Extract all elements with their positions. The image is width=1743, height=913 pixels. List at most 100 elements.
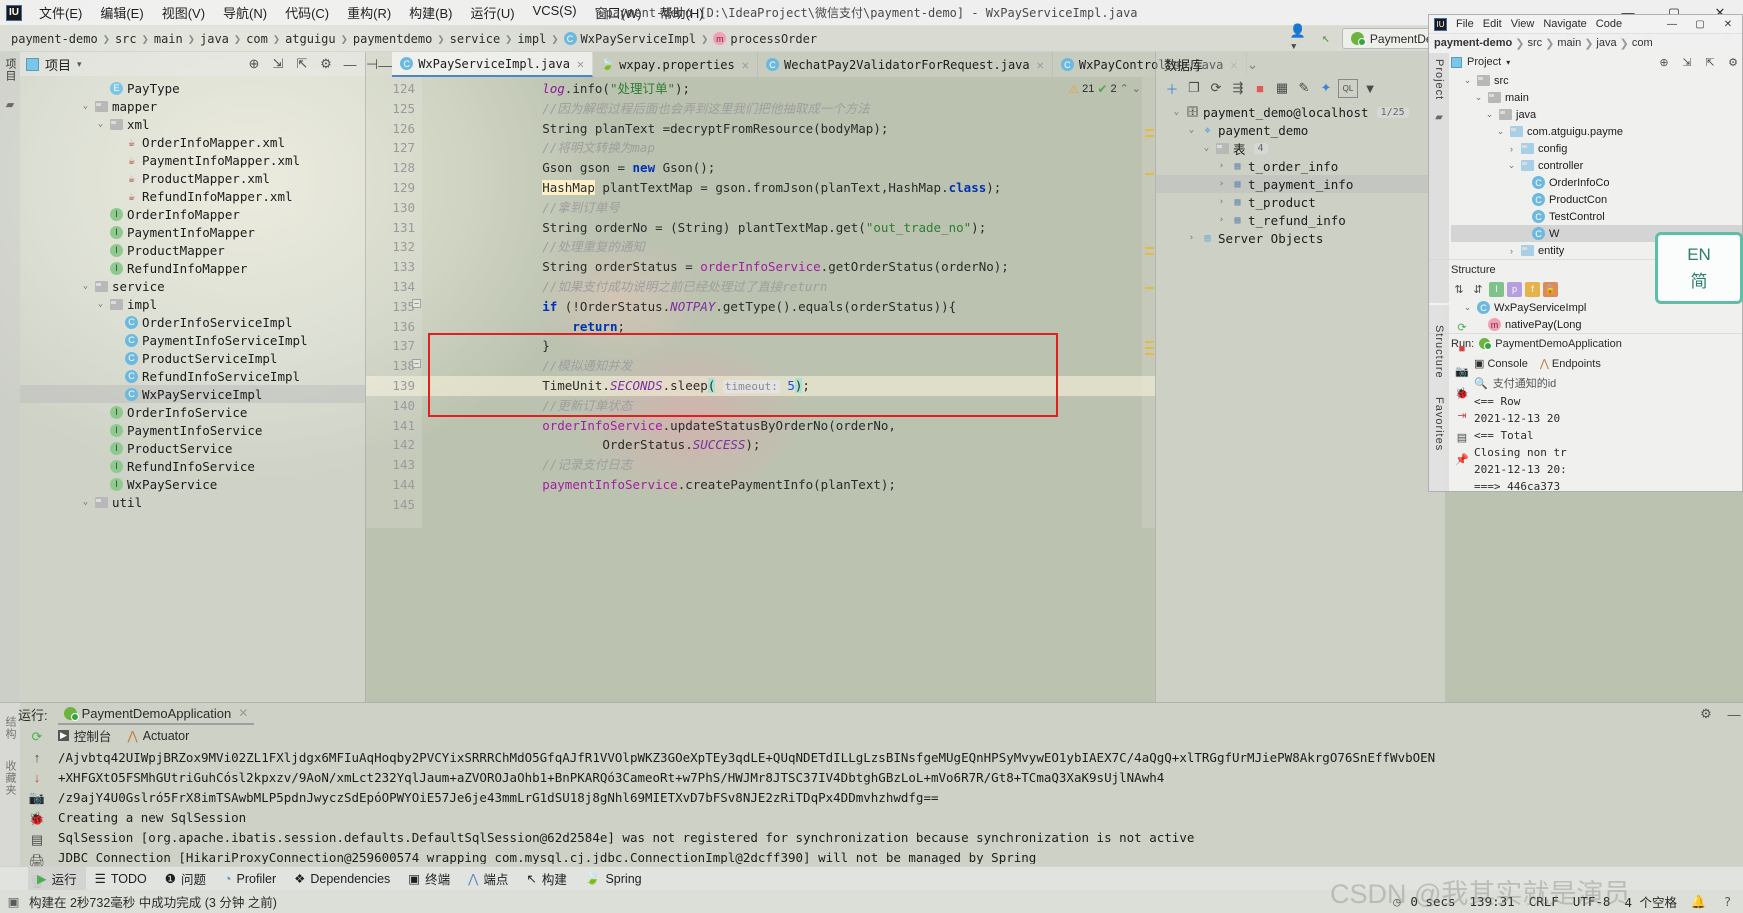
bottom-tab-端点[interactable]: ⋀ 端点 <box>459 867 517 890</box>
secondary-menu-item-4[interactable]: Code <box>1596 18 1622 30</box>
secondary-menu-item-0[interactable]: File <box>1456 18 1474 30</box>
structure-tool-tab[interactable]: Structure <box>1433 325 1445 379</box>
tree-row[interactable]: ⌄ controller <box>1451 157 1742 174</box>
split-editor-icon[interactable]: ⊣ <box>366 52 378 77</box>
close-icon[interactable]: ✕ <box>1037 58 1044 72</box>
line-separator[interactable]: CRLF <box>1529 894 1559 909</box>
editor-tab-WechatPay2ValidatorForRequest.java[interactable]: C WechatPay2ValidatorForRequest.java ✕ <box>758 52 1053 77</box>
bottom-tab-Dependencies[interactable]: ❖ Dependencies <box>285 869 399 888</box>
tab-console[interactable]: ▣ Console <box>1474 357 1528 370</box>
chevron-down-icon[interactable]: ⌄ <box>1171 107 1182 117</box>
tree-row[interactable]: ⌄ 🗄 payment_demo@localhost 1/25 <box>1156 103 1445 121</box>
hide-icon[interactable]: — <box>1725 705 1743 723</box>
user-icon[interactable]: 👤▾ <box>1290 24 1310 54</box>
tree-row[interactable]: I RefundInfoMapper <box>20 259 365 277</box>
tree-row[interactable]: I ProductService <box>20 439 365 457</box>
hide-icon[interactable]: — <box>341 55 359 73</box>
chevron-down-icon[interactable]: ⌄ <box>95 119 106 129</box>
copy-icon[interactable]: ❐ <box>1184 79 1204 98</box>
menu-item-5[interactable]: 重构(R) <box>338 0 400 25</box>
locate-icon[interactable]: ⊕ <box>1655 53 1673 71</box>
code-editor[interactable]: 124 125 126 127 128 129 130 131 132 133 134 135 136 1… <box>366 77 1155 528</box>
tree-row[interactable]: E PayType <box>20 79 365 97</box>
chevron-right-icon[interactable]: › <box>1506 246 1517 256</box>
tree-row[interactable]: C ProductCon <box>1451 191 1742 208</box>
tree-row[interactable]: C OrderInfoCo <box>1451 174 1742 191</box>
tree-row[interactable]: I PaymentInfoService <box>20 421 365 439</box>
menu-item-0[interactable]: 文件(E) <box>30 0 91 25</box>
chevron-down-icon[interactable]: ⌄ <box>1462 75 1473 86</box>
chevron-right-icon[interactable]: › <box>1216 179 1227 189</box>
close-icon[interactable]: ✕ <box>742 58 749 72</box>
sort-type-icon[interactable]: ⇵ <box>1470 281 1486 297</box>
secondary-breadcrumb-item-main[interactable]: main <box>1557 37 1581 49</box>
tree-row[interactable]: I ProductMapper <box>20 241 365 259</box>
properties-icon[interactable]: p <box>1507 281 1522 297</box>
tree-row[interactable]: ⌄ xml <box>20 115 365 133</box>
editor-tab-wxpay.properties[interactable]: 🍃 wxpay.properties ✕ <box>593 52 758 77</box>
secondary-console-search[interactable]: 🔍 支付通知的id <box>1429 373 1742 393</box>
tree-row[interactable]: ☕ ProductMapper.xml <box>20 169 365 187</box>
table-icon[interactable]: ▦ <box>1272 79 1292 98</box>
fold-marker[interactable]: − <box>412 299 421 308</box>
rerun-icon[interactable]: ⟳ <box>1454 319 1470 335</box>
edit-icon[interactable]: ✎ <box>1294 79 1314 98</box>
menu-item-1[interactable]: 编辑(E) <box>91 0 152 25</box>
export-icon[interactable]: ⇥ <box>1454 407 1470 423</box>
secondary-project-tree[interactable]: ⌄ src ⌄ main ⌄ java ⌄ com.atguigu.payme › config ⌄… <box>1429 72 1742 259</box>
chevron-down-icon[interactable]: ⌄ <box>1473 92 1484 103</box>
chevron-down-icon[interactable]: ⌄ <box>95 299 106 309</box>
breadcrumb-item-impl[interactable]: impl <box>514 32 549 46</box>
menu-item-6[interactable]: 构建(B) <box>400 0 461 25</box>
secondary-menu-item-3[interactable]: Navigate <box>1543 18 1586 30</box>
menu-item-3[interactable]: 导航(N) <box>214 0 276 25</box>
chevron-down-icon[interactable]: ⌄ <box>1506 160 1517 171</box>
tree-row[interactable]: ☕ RefundInfoMapper.xml <box>20 187 365 205</box>
bookmarks-icon[interactable]: ▰ <box>1435 112 1443 123</box>
bookmarks-icon[interactable]: ▰ <box>6 98 14 111</box>
secondary-structure-tree[interactable]: ⌄ C WxPayServiceImpl m nativePay(Long <box>1429 299 1742 333</box>
chevron-down-icon[interactable]: ⌄ <box>1495 126 1506 137</box>
chevron-down-icon[interactable]: ⌄ <box>80 281 91 291</box>
chevron-down-icon[interactable]: ⌄ <box>1484 109 1495 120</box>
breadcrumb-item-com[interactable]: com <box>243 32 271 46</box>
project-tool-tab[interactable]: 项目 <box>2 58 18 82</box>
bottom-tab-问题[interactable]: ❶ 问题 <box>156 867 215 890</box>
tree-row[interactable]: C PaymentInfoServiceImpl <box>20 331 365 349</box>
tree-row[interactable]: ⌄ mapper <box>20 97 365 115</box>
menu-item-9[interactable]: 窗口(W) <box>586 0 651 25</box>
close-icon[interactable]: ✕ <box>577 57 584 71</box>
file-encoding[interactable]: UTF-8 <box>1573 894 1611 909</box>
rerun-icon[interactable]: ⟳ <box>27 729 47 745</box>
secondary-breadcrumb-item-src[interactable]: src <box>1527 37 1542 49</box>
chevron-down-icon[interactable]: ⌄ <box>1186 125 1197 135</box>
chevron-right-icon[interactable]: › <box>1216 161 1227 171</box>
chevron-right-icon[interactable]: › <box>1216 197 1227 207</box>
bottom-tab-Profiler[interactable]: ◔ Profiler <box>215 870 285 888</box>
close-button[interactable]: ✕ <box>1714 15 1742 33</box>
tree-row[interactable]: I PaymentInfoMapper <box>20 223 365 241</box>
gear-icon[interactable]: ⚙ <box>317 55 335 73</box>
gear-icon[interactable]: ⚙ <box>1724 53 1742 71</box>
inspection-summary[interactable]: ⚠ 21 ✔ 2 ⌃ ⌄ <box>1068 80 1141 100</box>
add-icon[interactable]: ＋ <box>1162 79 1182 98</box>
tree-row[interactable]: C TestControl <box>1451 208 1742 225</box>
ql-icon[interactable]: QL <box>1338 78 1358 98</box>
camera-icon[interactable]: 📷 <box>1454 363 1470 379</box>
scroll-up-icon[interactable]: ↑ <box>27 750 47 765</box>
tree-row[interactable]: ⌄ 表 4 <box>1156 139 1445 157</box>
tree-row[interactable]: › ▦ t_payment_info <box>1156 175 1445 193</box>
tab-console[interactable]: ▶ 控制台 <box>58 726 111 745</box>
expand-all-icon[interactable]: ⇲ <box>1678 53 1696 71</box>
sort-alpha-icon[interactable]: ⇅ <box>1451 281 1467 297</box>
breadcrumb-item-payment-demo[interactable]: payment-demo <box>8 32 101 46</box>
breadcrumb-item-WxPayServiceImpl[interactable]: C WxPayServiceImpl <box>561 32 700 46</box>
code-folding-column[interactable]: − − <box>411 77 423 528</box>
chevron-down-icon[interactable]: ⌄ <box>80 497 91 507</box>
tree-row[interactable]: ⌄ src <box>1451 72 1742 89</box>
debug-icon[interactable]: 🐞 <box>1454 385 1470 401</box>
nonpublic-icon[interactable]: 🔒 <box>1543 281 1558 297</box>
tree-row[interactable]: I OrderInfoMapper <box>20 205 365 223</box>
menu-item-2[interactable]: 视图(V) <box>153 0 214 25</box>
code-text[interactable]: log.info("处理订单"); //因为解密过程后面也会弄到这里我们把他抽取… <box>426 79 1155 515</box>
